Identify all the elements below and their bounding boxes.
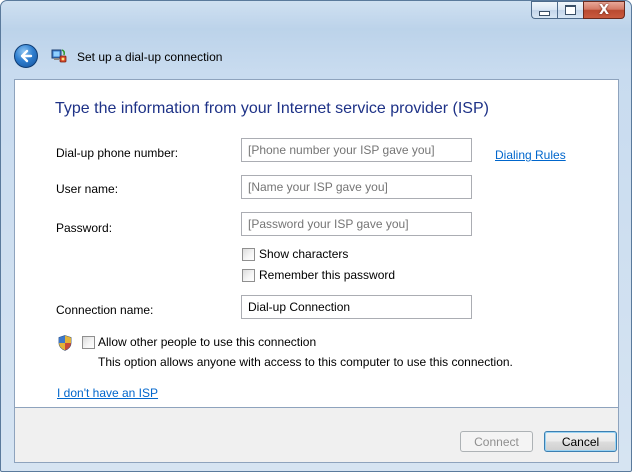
remember-password-label[interactable]: Remember this password [259, 268, 395, 282]
wizard-footer: Connect Cancel [14, 408, 619, 463]
dialing-rules-link[interactable]: Dialing Rules [495, 148, 566, 162]
close-icon: X [598, 2, 610, 18]
content-panel: Type the information from your Internet … [14, 79, 619, 408]
no-isp-link[interactable]: I don't have an ISP [57, 386, 158, 400]
page-heading: Type the information from your Internet … [55, 100, 489, 117]
allow-others-checkbox[interactable] [82, 336, 95, 349]
password-label: Password: [56, 221, 113, 235]
show-characters-label[interactable]: Show characters [259, 247, 348, 261]
caption-buttons: X [531, 1, 625, 21]
close-button[interactable]: X [583, 1, 625, 19]
back-button[interactable] [14, 44, 38, 68]
connection-name-label: Connection name: [56, 303, 154, 317]
wizard-window: X Set up a dial-up connection Type the i… [0, 0, 632, 472]
password-input[interactable] [241, 212, 472, 236]
maximize-button[interactable] [557, 1, 583, 19]
wizard-nav-bar: Set up a dial-up connection [1, 31, 631, 79]
minimize-icon [539, 10, 550, 16]
show-characters-checkbox[interactable] [242, 248, 255, 261]
title-bar[interactable]: X [1, 1, 631, 31]
allow-others-description: This option allows anyone with access to… [98, 355, 513, 369]
allow-others-label[interactable]: Allow other people to use this connectio… [98, 335, 316, 349]
uac-shield-icon [58, 335, 72, 351]
connect-button[interactable]: Connect [460, 431, 533, 452]
cancel-button[interactable]: Cancel [544, 431, 617, 452]
back-arrow-icon [20, 49, 33, 63]
user-name-label: User name: [56, 182, 119, 196]
wizard-title: Set up a dial-up connection [77, 50, 223, 64]
maximize-icon [565, 5, 576, 15]
dialup-connection-icon [51, 49, 67, 63]
phone-number-label: Dial-up phone number: [56, 146, 179, 160]
phone-number-input[interactable] [241, 138, 472, 162]
connection-name-input[interactable] [241, 295, 472, 319]
user-name-input[interactable] [241, 175, 472, 199]
remember-password-checkbox[interactable] [242, 269, 255, 282]
minimize-button[interactable] [531, 1, 557, 19]
